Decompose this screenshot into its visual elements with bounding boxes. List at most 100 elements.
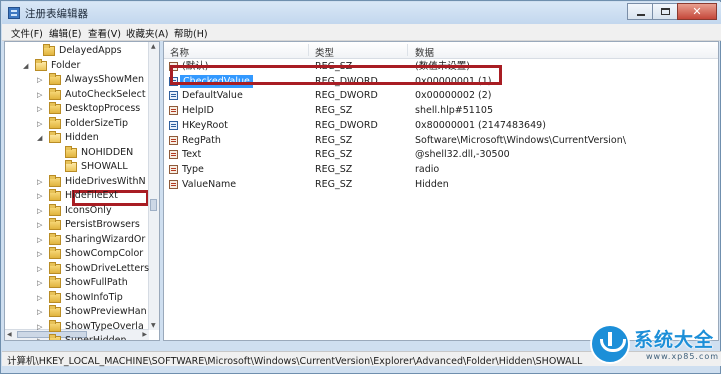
folder-icon <box>49 334 61 340</box>
tree-item-label: NOHIDDEN <box>81 146 134 158</box>
expand-arrow-icon[interactable]: ▷ <box>37 73 45 87</box>
menu-favorites[interactable]: 收藏夹(A) <box>126 26 168 40</box>
dword-value-icon <box>169 91 178 101</box>
value-row[interactable]: Text REG_SZ @shell32.dll,-30500 <box>164 147 718 162</box>
window-title: 注册表编辑器 <box>25 8 88 20</box>
close-button[interactable]: ✕ <box>677 3 717 20</box>
expand-arrow-icon[interactable]: ▷ <box>37 320 45 334</box>
expand-arrow-icon[interactable]: ▷ <box>37 247 45 261</box>
values-pane: 名称 类型 数据 (默认) REG_SZ (数值未设置) CheckedValue RE… <box>163 41 719 341</box>
tree-item[interactable]: ▷ HideFileExt <box>5 189 149 203</box>
value-row[interactable]: Type REG_SZ radio <box>164 162 718 177</box>
string-value-icon <box>169 135 178 145</box>
value-row[interactable]: ValueName REG_SZ Hidden <box>164 177 718 192</box>
expand-arrow-icon[interactable]: ▷ <box>37 276 45 290</box>
column-name[interactable]: 名称 <box>170 45 189 59</box>
folder-icon <box>49 305 61 317</box>
tree-item[interactable]: ▷ IconsOnly <box>5 203 149 218</box>
expand-arrow-icon[interactable]: ▷ <box>37 117 45 131</box>
tree-item[interactable]: ▷ ShowInfoTip <box>5 290 149 305</box>
maximize-icon <box>661 8 670 15</box>
menu-edit[interactable]: 编辑(E) <box>49 26 81 40</box>
column-type[interactable]: 类型 <box>315 45 334 59</box>
tree-item-label: ShowInfoTip <box>65 291 123 303</box>
watermark-logo: 系统大全 www.xp85.com <box>590 318 718 370</box>
value-row[interactable]: HelpID REG_SZ shell.hlp#51105 <box>164 103 718 118</box>
tree-item-label: ShowFullPath <box>65 277 128 288</box>
tree-item[interactable]: ▷ DesktopProcess <box>5 102 149 116</box>
tree-item-label: Folder <box>51 59 81 71</box>
folder-icon <box>49 189 61 201</box>
key-tree-pane[interactable]: ▲ ▼ ◀ ▶ DelayedApps ◢ Folder ▷ AlwaysShowMen… <box>4 41 160 341</box>
expand-arrow-icon[interactable]: ▷ <box>37 102 45 116</box>
menu-help[interactable]: 帮助(H) <box>174 26 208 40</box>
expand-arrow-open-icon[interactable]: ◢ <box>37 131 45 145</box>
tree-item-label: HideDrivesWithN <box>65 175 146 187</box>
tree-item[interactable]: ▷ PersistBrowsers <box>5 218 149 232</box>
column-data[interactable]: 数据 <box>415 45 434 59</box>
folder-icon <box>49 203 61 216</box>
tree-item-label: DesktopProcess <box>65 103 141 114</box>
menu-view[interactable]: 查看(V) <box>88 26 121 40</box>
folder-icon <box>49 290 61 303</box>
tree-item-label: ShowPreviewHan <box>65 306 147 317</box>
tree-item[interactable]: ▷ SharingWizardOr <box>5 232 149 247</box>
expand-arrow-icon[interactable]: ▷ <box>37 175 45 189</box>
tree-item[interactable]: ◢ Hidden <box>5 131 149 145</box>
value-type: REG_SZ <box>315 163 353 175</box>
expand-arrow-icon[interactable]: ▷ <box>37 218 45 232</box>
tree-scroll-thumb[interactable] <box>150 199 157 211</box>
tree-item[interactable]: ▷ AlwaysShowMen <box>5 73 149 87</box>
tree-item[interactable]: ▷ ShowDriveLetters <box>5 261 149 276</box>
value-data: 0x80000001 (2147483649) <box>415 119 546 131</box>
column-divider[interactable] <box>308 44 309 56</box>
tree-item[interactable]: ▷ FolderSizeTip <box>5 116 149 131</box>
expand-arrow-icon[interactable]: ▷ <box>37 204 45 218</box>
value-row[interactable]: HKeyRoot REG_DWORD 0x80000001 (2147483649) <box>164 118 718 133</box>
tree-item[interactable]: DelayedApps <box>5 44 149 58</box>
logo-mark-icon <box>590 324 630 364</box>
folder-icon <box>49 218 61 230</box>
menu-file[interactable]: 文件(F) <box>11 26 43 40</box>
minimize-button[interactable] <box>627 3 653 20</box>
tree-item[interactable]: NOHIDDEN <box>5 145 149 160</box>
tree-item[interactable]: SHOWALL <box>5 160 149 174</box>
tree-item[interactable]: ◢ Folder <box>5 58 149 73</box>
tree-item[interactable]: ▷ ShowCompColor <box>5 247 149 261</box>
tree-item-label: SuperHidden <box>65 335 127 341</box>
expand-arrow-icon[interactable]: ▷ <box>37 233 45 247</box>
value-type: REG_SZ <box>315 134 353 146</box>
tree-item[interactable]: ▷ HideDrivesWithN <box>5 174 149 189</box>
tree-item[interactable]: ▷ ShowFullPath <box>5 276 149 290</box>
maximize-button[interactable] <box>652 3 678 20</box>
expand-arrow-icon[interactable]: ▷ <box>37 262 45 276</box>
expand-arrow-icon[interactable]: ▷ <box>37 291 45 305</box>
tree-vertical-scrollbar[interactable]: ▲ ▼ <box>148 42 159 330</box>
expand-arrow-icon[interactable]: ▷ <box>37 334 45 340</box>
column-divider[interactable] <box>407 44 408 56</box>
tree-item-label: IconsOnly <box>65 204 112 216</box>
expand-arrow-icon[interactable]: ▷ <box>37 88 45 102</box>
folder-icon <box>35 58 47 71</box>
scroll-down-icon[interactable]: ▼ <box>151 322 156 329</box>
value-data: Hidden <box>415 178 449 190</box>
menu-bar: 文件(F) 编辑(E) 查看(V) 收藏夹(A) 帮助(H) <box>2 24 721 41</box>
minimize-icon <box>637 14 645 16</box>
expand-arrow-icon[interactable]: ▷ <box>37 305 45 319</box>
value-row[interactable]: DefaultValue REG_DWORD 0x00000002 (2) <box>164 88 718 103</box>
expand-arrow-icon[interactable]: ▷ <box>37 189 45 203</box>
expand-arrow-open-icon[interactable]: ◢ <box>23 59 31 73</box>
folder-icon <box>49 247 61 259</box>
tree-item[interactable]: ▷ ShowPreviewHan <box>5 305 149 319</box>
watermark-title: 系统大全 <box>634 329 715 351</box>
scroll-up-icon[interactable]: ▲ <box>151 43 156 50</box>
tree-item-label: PersistBrowsers <box>65 219 140 230</box>
tree-item[interactable]: ▷ SuperHidden <box>5 334 149 341</box>
folder-icon <box>49 232 61 245</box>
folder-icon <box>49 73 61 85</box>
tree-item[interactable]: ▷ AutoCheckSelect <box>5 87 149 102</box>
value-type: REG_SZ <box>315 105 353 117</box>
tree-item[interactable]: ▷ ShowTypeOverla <box>5 319 149 334</box>
value-name: HKeyRoot <box>182 119 228 131</box>
value-row[interactable]: RegPath REG_SZ Software\Microsoft\Windows\… <box>164 133 718 148</box>
